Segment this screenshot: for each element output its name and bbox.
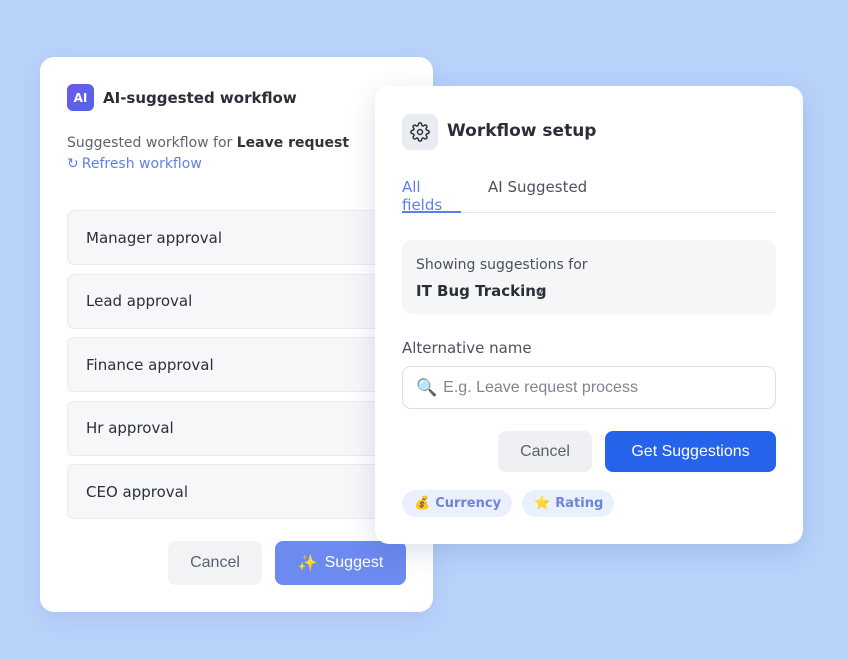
tab-all-fields[interactable]: All fields (402, 178, 461, 214)
card-title: AI-suggested workflow (103, 89, 297, 107)
ai-badge-icon: AI (67, 84, 94, 111)
star-icon: ⭐ (534, 496, 551, 511)
money-bag-icon: 💰 (414, 496, 431, 511)
alternative-name-field: 🔍 (402, 366, 776, 409)
suggested-for-prefix: Suggested workflow for (67, 135, 233, 151)
workflow-steps-list: Manager approval Lead approval Finance a… (67, 210, 407, 528)
step-label: CEO approval (86, 482, 189, 501)
suggestion-source-select[interactable]: Showing suggestions for IT Bug Tracking … (402, 240, 776, 314)
chip-label: Rating (555, 496, 604, 511)
refresh-icon: ↻ (67, 156, 79, 172)
step-label: Finance approval (86, 355, 214, 374)
suggest-button-label: Suggest (324, 554, 384, 571)
cancel-button[interactable]: Cancel (168, 541, 262, 585)
workflow-step-manager[interactable]: Manager approval (67, 210, 407, 265)
chevron-down-icon[interactable]: v (536, 285, 543, 299)
chip-rating[interactable]: ⭐ Rating (522, 490, 615, 517)
gear-icon (402, 114, 438, 150)
refresh-workflow-label: Refresh workflow (81, 156, 202, 172)
search-icon: 🔍 (416, 377, 438, 398)
alternative-name-input[interactable] (443, 378, 764, 397)
refresh-workflow-link[interactable]: ↻ Refresh workflow (67, 156, 202, 172)
step-label: Hr approval (86, 419, 174, 437)
suggestion-chips: 💰 Currency ⭐ Rating (402, 490, 615, 517)
cancel-button[interactable]: Cancel (498, 431, 592, 472)
chip-label: Currency (435, 496, 502, 511)
suggestion-source-value: IT Bug Tracking (416, 282, 547, 300)
suggest-button[interactable]: ✨ Suggest (275, 541, 406, 585)
tab-ai-suggested[interactable]: AI Suggested (488, 178, 587, 213)
workflow-step-ceo[interactable]: CEO approval (67, 464, 407, 519)
sparkles-icon: ✨ (297, 555, 318, 572)
suggestion-source-label: Showing suggestions for (416, 257, 588, 273)
step-label: Lead approval (86, 292, 193, 310)
alternative-name-label: Alternative name (402, 339, 532, 357)
workflow-step-lead[interactable]: Lead approval (67, 273, 407, 329)
workflow-step-hr[interactable]: Hr approval (67, 400, 407, 456)
step-label: Manager approval (86, 228, 223, 247)
suggested-for-target: Leave request (236, 135, 350, 151)
card-title: Workflow setup (447, 121, 597, 141)
suggested-for-text: Suggested workflow for Leave request (67, 135, 349, 151)
tab-bar: All fields AI Suggested (402, 178, 776, 214)
chip-currency[interactable]: 💰 Currency (402, 490, 513, 517)
workflow-setup-card: Workflow setup All fields AI Suggested S… (375, 86, 803, 544)
workflow-step-finance[interactable]: Finance approval (67, 337, 407, 392)
get-suggestions-button[interactable]: Get Suggestions (605, 431, 776, 472)
